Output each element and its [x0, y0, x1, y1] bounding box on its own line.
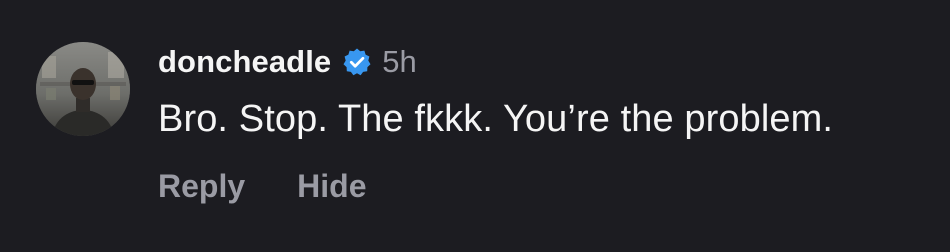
timestamp: 5h: [382, 44, 417, 79]
comment-text: Bro. Stop. The fkkk. You’re the problem.: [158, 98, 834, 140]
comment-header: doncheadle 5h: [158, 40, 417, 84]
hide-button[interactable]: Hide: [297, 168, 366, 205]
reply-button[interactable]: Reply: [158, 168, 245, 205]
avatar[interactable]: [36, 42, 130, 136]
comment: doncheadle 5h Bro. Stop. The fkkk. You’r…: [0, 0, 950, 252]
verified-badge-icon: [342, 47, 372, 77]
username[interactable]: doncheadle: [158, 44, 331, 80]
comment-actions: Reply Hide: [158, 168, 366, 205]
avatar-image: [36, 42, 130, 136]
